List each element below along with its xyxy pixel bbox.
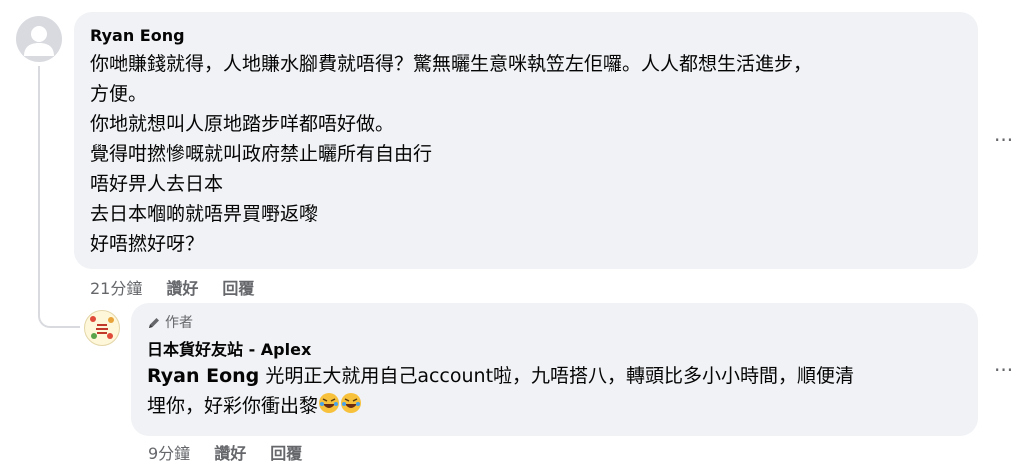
- author-badge-label: 作者: [165, 315, 193, 331]
- like-button[interactable]: 讚好: [166, 275, 198, 299]
- more-options-icon[interactable]: ···: [994, 130, 1013, 150]
- default-avatar-icon: [24, 26, 54, 56]
- page-avatar[interactable]: [84, 310, 120, 346]
- reply-button[interactable]: 回覆: [270, 440, 302, 464]
- reply-text-line: Ryan Eong 光明正大就用自己account啦，九唔搭八，轉頭比多小小時間…: [147, 361, 962, 391]
- comment-text-line: 你哋賺錢就得，人地賺水腳費就唔得？驚無曬生意咪執笠左佢囉。人人都想生活進步，: [90, 53, 813, 75]
- reply-button[interactable]: 回覆: [222, 275, 254, 299]
- like-button[interactable]: 讚好: [214, 440, 246, 464]
- comment-text-line: 方便。: [90, 83, 148, 105]
- page-logo-icon: [90, 316, 114, 339]
- reply-text-line: 埋你，好彩你衝出黎: [147, 391, 962, 423]
- reply-actions: 9分鐘 讚好 回覆: [148, 440, 302, 464]
- comment-bubble: Ryan Eong 你哋賺錢就得，人地賺水腳費就唔得？驚無曬生意咪執笠左佢囉。人…: [74, 12, 978, 269]
- comment-text-line: 唔好畀人去日本: [90, 173, 224, 195]
- more-options-icon[interactable]: ···: [994, 360, 1013, 380]
- comment-text-line: 你地就想叫人原地踏步咩都唔好做。: [90, 113, 395, 135]
- mention-link[interactable]: Ryan Eong: [147, 365, 259, 387]
- avatar[interactable]: [16, 16, 62, 62]
- laughing-emoji-icon: [318, 392, 340, 423]
- comment-timestamp[interactable]: 21分鐘: [90, 275, 142, 299]
- comment-actions: 21分鐘 讚好 回覆: [90, 275, 254, 299]
- laughing-emoji-icon: [340, 392, 362, 423]
- comment-author[interactable]: Ryan Eong: [90, 26, 962, 46]
- comment-text-line: 去日本嗰啲就唔畀買嘢返嚟: [90, 203, 319, 225]
- reply-timestamp[interactable]: 9分鐘: [148, 440, 190, 464]
- reply-text: 光明正大就用自己account啦，九唔搭八，轉頭比多小小時間，順便清: [259, 365, 855, 387]
- comment-text-line: 覺得咁撚慘嘅就叫政府禁止曬所有自由行: [90, 143, 433, 165]
- reply-author[interactable]: 日本貨好友站 - Aplex: [147, 339, 962, 361]
- comment-text-line: 好唔撚好呀？: [90, 233, 205, 255]
- author-badge: 作者: [147, 313, 962, 333]
- pencil-icon: [149, 318, 159, 328]
- reply-text: 埋你，好彩你衝出黎: [147, 395, 319, 417]
- reply-bubble: 作者 日本貨好友站 - Aplex Ryan Eong 光明正大就用自己acco…: [131, 303, 978, 436]
